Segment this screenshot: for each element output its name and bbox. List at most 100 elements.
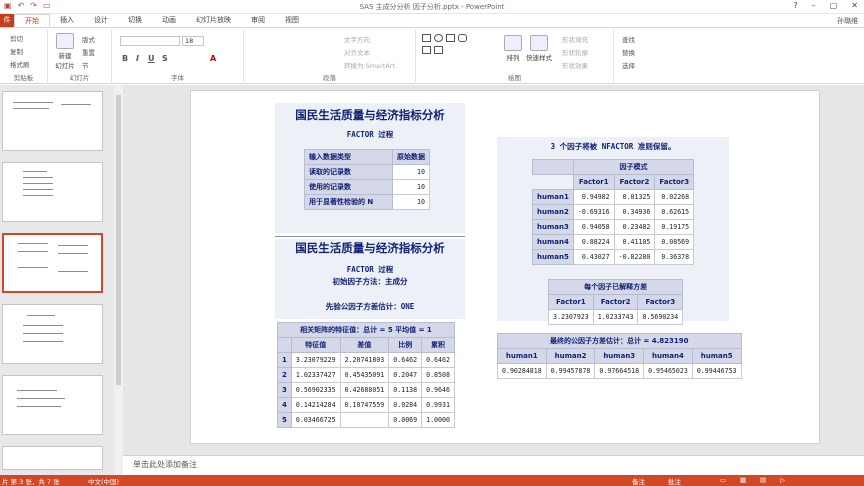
reading-view-icon[interactable]: ▤ (760, 476, 766, 484)
tab-animations[interactable]: 动画 (152, 14, 186, 27)
font-color-icon[interactable]: A (210, 54, 216, 63)
format-painter-button[interactable]: 格式刷 (10, 59, 30, 69)
notes-placeholder[interactable]: 单击此处添加备注 (133, 459, 197, 470)
triangle-shape-icon[interactable] (422, 46, 431, 54)
slideshow-icon[interactable]: ▷ (780, 476, 785, 484)
tab-review[interactable]: 审阅 (241, 14, 275, 27)
tab-insert[interactable]: 插入 (50, 14, 84, 27)
slide-thumbnail-6[interactable] (2, 446, 103, 470)
table-cell: 0.94058 (572, 219, 615, 235)
font-name-combo[interactable] (120, 36, 180, 46)
sas-output-block-2[interactable]: 国民生活质量与经济指标分析 FACTOR 过程 初始因子方法：主成分 先验公因子… (275, 239, 465, 319)
notes-pane[interactable]: 单击此处添加备注 (123, 455, 864, 475)
shadow-icon[interactable]: S (162, 54, 168, 63)
table-row: 0.90284818 0.99457878 0.97664518 0.95465023… (497, 363, 742, 379)
font-size-combo[interactable]: 18 (182, 36, 204, 46)
tab-design[interactable]: 设计 (84, 14, 118, 27)
reset-button[interactable]: 重置 (82, 47, 95, 57)
table-row: human4 0.88224 0.41105 0.08569 (532, 234, 695, 250)
notes-toggle[interactable]: 备注 (632, 476, 645, 486)
initial-factor-method: 初始因子方法：主成分 (332, 277, 408, 286)
input-data-table[interactable]: 输入数据类型 原始数据 读取的记录数 10 使用的记录数 10 用于显著性检验的 N1… (304, 149, 430, 210)
rounded-rect-shape-icon[interactable] (458, 34, 467, 42)
replace-button[interactable]: 替换 (622, 47, 635, 57)
tab-view[interactable]: 视图 (275, 14, 309, 27)
quick-styles-button[interactable]: 快速样式 (526, 35, 552, 62)
slide-thumbnail-5[interactable] (2, 375, 103, 435)
arrow-shape-icon[interactable] (434, 46, 443, 54)
table-cell: 0.97664518 (594, 363, 645, 379)
communality-table[interactable]: 最终的公因子方差估计：总计 = 4.823190 human1 human2 hum… (497, 333, 742, 379)
text-direction-button[interactable]: 文字方向 (344, 34, 370, 44)
table-cell: 10 (392, 194, 430, 210)
prior-communality: 先验公因子方差估计：ONE (325, 302, 415, 311)
layout-button[interactable]: 版式 (82, 34, 95, 44)
tab-transitions[interactable]: 切换 (118, 14, 152, 27)
find-button[interactable]: 查找 (622, 34, 635, 44)
slide-thumbnail-2[interactable] (2, 162, 103, 222)
maximize-icon[interactable]: ▢ (830, 1, 838, 10)
table-header-cell: Factor1 (548, 294, 594, 310)
slide-sorter-icon[interactable]: ▦ (740, 476, 746, 484)
user-name[interactable]: 孙璐维 (837, 16, 864, 26)
italic-icon[interactable]: I (136, 54, 139, 63)
textbox-shape-icon[interactable] (446, 34, 455, 42)
comments-toggle[interactable]: 批注 (668, 476, 681, 486)
shape-outline-button[interactable]: 形状轮廓 (562, 47, 588, 57)
table-caption: 每个因子已解释方差 (547, 279, 684, 295)
new-slide-button[interactable]: 新建 幻灯片 (52, 33, 78, 70)
slide-canvas[interactable]: 国民生活质量与经济指标分析 FACTOR 过程 输入数据类型 原始数据 读取的记录… (190, 90, 820, 444)
rectangle-shape-icon[interactable] (422, 34, 431, 42)
align-text-button[interactable]: 对齐文本 (344, 47, 370, 57)
table-cell: 3.23079229 (290, 352, 341, 368)
select-button[interactable]: 选择 (622, 60, 635, 70)
table-row: human5 0.43027 -0.82280 0.36378 (532, 249, 695, 265)
oval-shape-icon[interactable] (434, 34, 443, 42)
factor-pattern-table[interactable]: 因子模式 Factor1 Factor2 Factor3 human1 0.94982… (532, 159, 695, 265)
table-row-header: human5 (532, 249, 574, 265)
minimize-icon[interactable]: – (812, 1, 816, 10)
table-cell: 3.2307923 (548, 309, 594, 325)
cut-button[interactable]: 剪切 (10, 33, 23, 43)
normal-view-icon[interactable]: ▭ (720, 476, 726, 484)
slide-thumbnail-4[interactable] (2, 304, 103, 364)
tab-home[interactable]: 开始 (14, 14, 50, 27)
tab-file[interactable]: 件 (0, 14, 14, 27)
bold-icon[interactable]: B (122, 54, 128, 63)
table-row: human1 0.94982 0.01325 0.02268 (532, 189, 695, 205)
thumbnail-scrollbar[interactable] (114, 85, 123, 475)
slide-thumbnail-1[interactable] (2, 91, 103, 151)
underline-icon[interactable]: U (148, 54, 155, 63)
arrange-button[interactable]: 排列 (500, 35, 526, 62)
new-slide-label: 新建 幻灯片 (55, 52, 75, 70)
explained-variance-table[interactable]: 每个因子已解释方差 Factor1 Factor2 Factor3 3.230792… (547, 279, 684, 325)
table-row: 使用的记录数 10 (304, 179, 430, 195)
shape-effects-button[interactable]: 形状效果 (562, 60, 588, 70)
slide-thumbnail-3[interactable] (2, 233, 103, 293)
table-cell: 2.20741803 (339, 352, 390, 368)
table-cell: 1.0000 (421, 412, 455, 428)
table-cell: 0.9931 (421, 397, 455, 413)
smartart-button[interactable]: 转换为 SmartArt (344, 60, 395, 70)
shape-fill-button[interactable]: 形状填充 (562, 34, 588, 44)
table-cell: 0.99457878 (545, 363, 596, 379)
table-cell: 0.0069 (388, 412, 423, 428)
clipboard-group: 剪切 复制 格式刷 剪贴板 (0, 30, 48, 82)
table-row: human2 -0.69316 0.34936 0.62615 (532, 204, 695, 220)
table-row: 4 0.14214284 0.10747559 0.0284 0.9931 (277, 397, 455, 413)
arrange-label: 排列 (506, 54, 520, 62)
copy-button[interactable]: 复制 (10, 46, 23, 56)
thumbnail-scrollbar-thumb[interactable] (116, 95, 121, 385)
help-icon[interactable]: ? (793, 1, 797, 10)
tab-slideshow[interactable]: 幻灯片放映 (186, 14, 241, 27)
table-cell: 1.02337427 (290, 367, 341, 383)
eigenvalue-table[interactable]: 相关矩阵的特征值：总计 = 5 平均值 = 1 特征值 差值 比例 累积 1 3.230… (277, 322, 455, 428)
section-button[interactable]: 节 (82, 60, 89, 70)
language-indicator[interactable]: 中文(中国) (88, 476, 119, 486)
clipboard-group-label: 剪贴板 (13, 74, 34, 82)
close-icon[interactable]: ✕ (851, 1, 858, 10)
table-cell: 0.0284 (388, 397, 423, 413)
table-row-header: 1 (277, 352, 292, 368)
table-header-cell: human2 (545, 348, 596, 364)
table-cell: 0.34936 (613, 204, 656, 220)
